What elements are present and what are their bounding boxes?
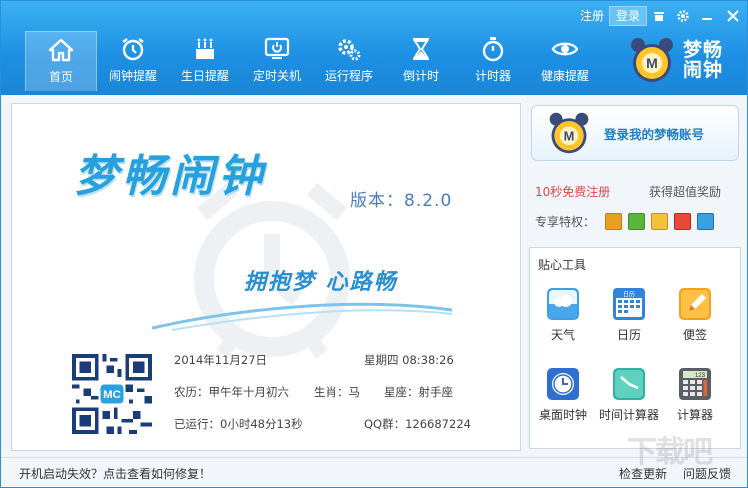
privileges-label: 专享特权： [535,215,596,229]
main-nav: 首页 闹钟提醒 生日提醒 定时关机 运行程序 倒计时 计时器 健康提醒 [25,31,601,91]
nav-timer[interactable]: 计时器 [457,31,529,91]
weather-icon [547,288,579,320]
svg-text:日历: 日历 [623,292,635,299]
weekday-time-text: 星期四 08:38:26 [364,353,454,367]
tool-notepad[interactable]: 便签 [662,288,728,343]
brand-logo: M 梦畅 闹钟 [627,35,723,85]
tool-time-calculator-label: 时间计算器 [598,408,659,422]
slogan: 拥抱梦 心路畅 [244,269,398,295]
nav-alarm[interactable]: 闹钟提醒 [97,31,169,91]
zodiac-text: 生肖：马 [314,385,360,399]
version-label: 版本：8.2.0 [350,191,453,211]
calculator-icon: 123 [679,368,711,400]
house-icon[interactable] [697,213,715,230]
tools-title: 贴心工具 [538,258,587,272]
notepad-icon [679,288,711,320]
tools-panel: 贴心工具 天气 日历 日历 便签 桌面时钟 时间计算器 123 计算器 [529,247,741,449]
minimize-icon[interactable] [695,6,719,26]
nav-countdown[interactable]: 倒计时 [385,31,457,91]
svg-text:M: M [564,128,575,143]
tool-desktop-clock-label: 桌面时钟 [538,408,587,422]
header-bar: 注册 登录 首页 闹钟提醒 生日提醒 定时关机 运行程序 倒计时 计时器 健康提… [1,1,747,95]
qq-group-text: QQ群：126687224 [364,417,471,431]
nav-shutdown-label: 定时关机 [252,69,301,83]
gear-icon[interactable] [671,6,695,26]
nav-countdown-label: 倒计时 [402,69,439,83]
site-watermark: 下载吧 [627,435,713,470]
brand-name: 梦畅 闹钟 [683,40,723,80]
alarm-clock-logo-icon: M [631,38,673,82]
nav-home[interactable]: 首页 [25,31,97,91]
gears-icon [338,39,361,61]
tool-desktop-clock[interactable]: 桌面时钟 [530,368,596,423]
lunar-date-text: 农历：甲午年十月初六 [174,385,289,399]
app-title: 梦畅闹钟 [74,151,266,202]
tool-weather[interactable]: 天气 [530,288,596,343]
constellation-text: 星座：射手座 [384,385,453,399]
decorative-swoosh [152,302,452,331]
tool-calculator-label: 计算器 [676,408,713,422]
privileges-row: 专享特权： [535,213,715,230]
alarm-clock-avatar-icon: M [549,112,589,154]
login-account-button[interactable]: M 登录我的梦畅账号 [531,105,739,161]
uptime-text: 已运行：0小时48分13秒 [174,417,303,431]
nav-alarm-label: 闹钟提醒 [108,69,157,83]
nav-home-label: 首页 [48,70,73,84]
time-calculator-icon [613,368,645,400]
alarm-clock-icon [122,38,144,61]
nav-health[interactable]: 健康提醒 [529,31,601,91]
tool-calculator[interactable]: 123 计算器 [662,368,728,423]
login-button[interactable]: 登录 [608,6,647,26]
free-register-link[interactable]: 10秒免费注册 [535,183,610,200]
nav-shutdown[interactable]: 定时关机 [241,31,313,91]
eye-icon [551,42,579,56]
desktop-clock-icon [547,368,579,400]
home-icon [48,38,74,62]
svg-text:123: 123 [695,373,706,379]
nav-health-label: 健康提醒 [540,69,589,83]
startup-fix-link[interactable]: 开机启动失效？点击查看如何修复！ [19,465,211,482]
close-icon[interactable] [719,6,747,26]
stopwatch-icon [482,37,504,62]
svg-text:MC: MC [103,389,121,401]
app-window: 注册 登录 首页 闹钟提醒 生日提醒 定时关机 运行程序 倒计时 计时器 健康提… [0,0,748,488]
tool-weather-label: 天气 [550,328,575,342]
power-icon [264,37,290,59]
nav-birthday[interactable]: 生日提醒 [169,31,241,91]
gift-icon[interactable] [605,213,623,230]
leaf-icon[interactable] [628,213,646,230]
date-text: 2014年11月27日 [174,353,268,367]
nav-timer-label: 计时器 [474,69,511,83]
calendar-icon: 日历 [613,288,645,320]
tool-calendar-label: 日历 [616,328,641,342]
register-link[interactable]: 注册 [575,6,609,26]
svg-text:M: M [646,55,658,71]
qr-code-icon[interactable]: MC [72,354,152,434]
nav-run-program-label: 运行程序 [324,69,373,83]
box-icon[interactable] [651,213,669,230]
hourglass-icon [413,38,429,60]
tool-notepad-label: 便签 [682,328,707,342]
present-icon[interactable] [674,213,692,230]
home-panel: 梦畅闹钟 版本：8.2.0 拥抱梦 心路畅 MC 2014年11月27日 星期四… [11,103,521,451]
birthday-cake-icon [196,38,214,59]
tool-time-calculator[interactable]: 时间计算器 [596,368,662,423]
nav-birthday-label: 生日提醒 [180,69,229,83]
top-controls: 注册 登录 [575,5,747,27]
nav-run-program[interactable]: 运行程序 [313,31,385,91]
skin-icon[interactable] [647,6,671,26]
brand-line1: 梦畅 [683,39,724,61]
login-account-label: 登录我的梦畅账号 [604,126,705,142]
reward-link[interactable]: 获得超值奖励 [649,183,721,200]
tool-calendar[interactable]: 日历 日历 [596,288,662,343]
brand-line2: 闹钟 [683,59,724,81]
